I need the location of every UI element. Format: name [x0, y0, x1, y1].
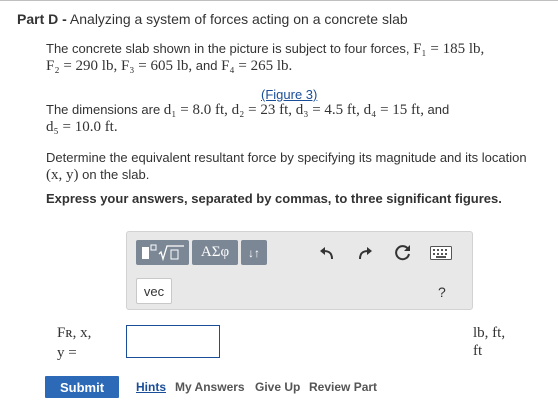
redo-icon — [359, 247, 372, 260]
sort-button[interactable]: ↓↑ — [241, 240, 267, 265]
statement-and: and — [192, 58, 222, 73]
top-divider — [0, 0, 558, 1]
review-part-link[interactable]: Review Part — [309, 380, 377, 394]
reset-icon — [395, 245, 410, 261]
greek-symbols-button[interactable]: ΑΣφ — [192, 240, 238, 265]
part-prefix: Part D - — [17, 11, 67, 27]
statement-line-1: The concrete slab shown in the picture i… — [46, 40, 484, 58]
force-f1: F₁ = 185 lb, — [413, 41, 485, 57]
determine-line-1: Determine the equivalent resultant force… — [46, 150, 527, 165]
answer-input[interactable] — [126, 325, 220, 358]
my-answers-link[interactable]: My Answers — [175, 380, 245, 394]
dimension-d5: d₅ = 10.0 ft. — [46, 119, 118, 135]
undo-button[interactable] — [316, 242, 338, 264]
dimensions-line-2: d₅ = 10.0 ft. — [46, 118, 118, 136]
location-xy: (x, y) — [46, 167, 79, 183]
part-title: Part D - Analyzing a system of forces ac… — [17, 11, 408, 27]
templates-button[interactable] — [136, 240, 189, 265]
redo-button[interactable] — [354, 242, 376, 264]
templates-icon — [141, 244, 184, 261]
vec-button[interactable]: vec — [136, 278, 172, 304]
force-f4: F₄ = 265 lb. — [221, 58, 293, 74]
answer-units-line-2: ft — [473, 343, 483, 359]
dimensions-and: and — [423, 102, 450, 117]
forces-f2-f3: F₂ = 290 lb, F₃ = 605 lb, — [46, 58, 193, 74]
submit-button[interactable]: Submit — [45, 376, 119, 398]
figure-link[interactable]: (Figure 3) — [261, 87, 317, 102]
help-button[interactable]: ? — [438, 284, 446, 300]
dimensions-text: The dimensions are — [46, 102, 164, 117]
dimensions-d1-d4: d₁ = 8.0 ft, d₂ = 23 ft, d₃ = 4.5 ft, d₄… — [163, 102, 424, 118]
answer-units: lb, ft, ft — [473, 324, 505, 360]
keyboard-button[interactable] — [427, 242, 455, 264]
dimensions-line-1: The dimensions are d₁ = 8.0 ft, d₂ = 23 … — [46, 101, 449, 119]
determine-text: on the slab. — [78, 167, 150, 182]
answer-label-line-2: y = — [57, 345, 77, 361]
answer-label-line-1: Fʀ, x, — [57, 325, 92, 341]
statement-text: The concrete slab shown in the picture i… — [46, 41, 414, 56]
statement-line-2: F₂ = 290 lb, F₃ = 605 lb, and F₄ = 265 l… — [46, 57, 292, 75]
reset-button[interactable] — [392, 242, 414, 264]
hints-link[interactable]: Hints — [136, 380, 166, 394]
give-up-link[interactable]: Give Up — [255, 380, 300, 394]
answer-units-line-1: lb, ft, — [473, 325, 506, 341]
undo-icon — [320, 247, 333, 260]
answer-label: Fʀ, x, y = — [57, 323, 91, 363]
answer-instruction: Express your answers, separated by comma… — [46, 191, 502, 206]
keyboard-icon — [430, 246, 452, 260]
math-editor-toolbar: ΑΣφ ↓↑ vec ? — [126, 231, 473, 310]
determine-line-2: (x, y) on the slab. — [46, 166, 149, 184]
part-title-text: Analyzing a system of forces acting on a… — [66, 11, 408, 27]
